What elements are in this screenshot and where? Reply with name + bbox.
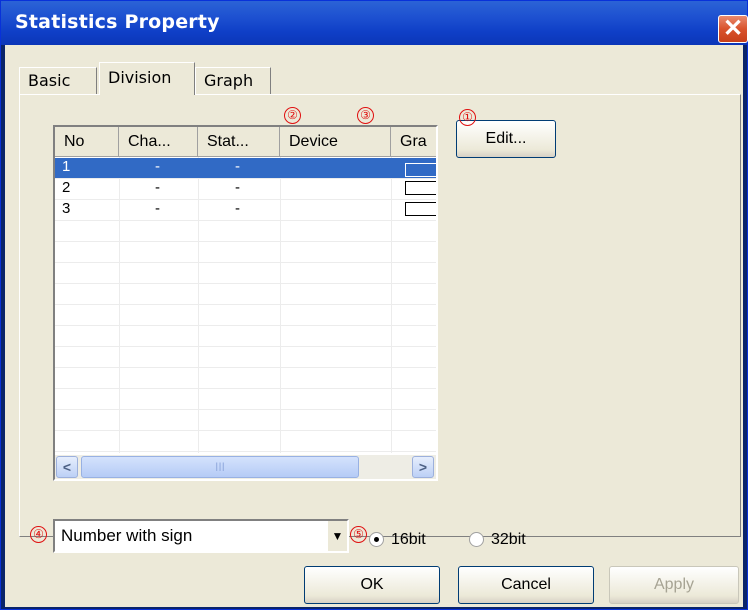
table-row[interactable]: 1 - - bbox=[55, 158, 436, 179]
radio-16bit[interactable]: 16bit bbox=[369, 529, 449, 551]
cancel-button[interactable]: Cancel bbox=[458, 566, 594, 604]
graph-color-swatch bbox=[405, 202, 436, 216]
cell-no: 1 bbox=[62, 158, 71, 175]
table-row[interactable]: 3 - - bbox=[55, 200, 436, 221]
column-header-device[interactable]: Device bbox=[280, 127, 391, 157]
cell-no: 3 bbox=[62, 200, 71, 217]
apply-button: Apply bbox=[609, 566, 739, 604]
column-header-graph[interactable]: Gra bbox=[391, 127, 436, 157]
list-header: No Cha... Stat... Device Gra bbox=[55, 127, 436, 157]
number-format-dropdown[interactable]: Number with sign ▼ bbox=[53, 519, 349, 553]
radio-32bit[interactable]: 32bit bbox=[469, 529, 549, 551]
table-row bbox=[55, 305, 436, 326]
column-header-no[interactable]: No bbox=[55, 127, 119, 157]
column-header-channel[interactable]: Cha... bbox=[119, 127, 198, 157]
title-bar[interactable]: Statistics Property ✕ bbox=[1, 1, 748, 45]
table-row bbox=[55, 326, 436, 347]
table-row bbox=[55, 221, 436, 242]
scroll-right-button[interactable]: > bbox=[412, 456, 434, 478]
window-title: Statistics Property bbox=[15, 11, 220, 33]
callout-marker-3: ③ bbox=[357, 107, 374, 124]
radio-selected-icon bbox=[369, 532, 384, 547]
scroll-thumb[interactable]: III bbox=[81, 456, 359, 478]
table-row bbox=[55, 347, 436, 368]
tab-division[interactable]: Division bbox=[99, 62, 195, 95]
radio-32bit-label: 32bit bbox=[491, 531, 526, 548]
cell-channel: - bbox=[155, 179, 160, 196]
radio-unselected-icon bbox=[469, 532, 484, 547]
cell-status: - bbox=[235, 158, 240, 175]
cell-channel: - bbox=[155, 158, 160, 175]
cell-status: - bbox=[235, 179, 240, 196]
table-row bbox=[55, 284, 436, 305]
division-list[interactable]: No Cha... Stat... Device Gra 1 - - 2 - -… bbox=[53, 125, 438, 481]
table-row bbox=[55, 389, 436, 410]
edit-button[interactable]: Edit... bbox=[456, 120, 556, 158]
horizontal-scrollbar[interactable]: < III > bbox=[55, 455, 436, 479]
cell-channel: - bbox=[155, 200, 160, 217]
close-icon: ✕ bbox=[722, 15, 744, 42]
scroll-left-button[interactable]: < bbox=[56, 456, 78, 478]
row-highlight bbox=[55, 158, 436, 178]
tab-basic[interactable]: Basic bbox=[19, 67, 97, 95]
table-row bbox=[55, 263, 436, 284]
callout-marker-2: ② bbox=[284, 107, 301, 124]
table-row bbox=[55, 242, 436, 263]
table-row bbox=[55, 410, 436, 431]
cancel-button-label: Cancel bbox=[501, 576, 551, 593]
dialog-window: Statistics Property ✕ Basic Division Gra… bbox=[0, 0, 748, 610]
close-button[interactable]: ✕ bbox=[718, 15, 748, 43]
chevron-down-icon[interactable]: ▼ bbox=[327, 521, 347, 551]
callout-marker-4: ④ bbox=[30, 526, 47, 543]
ok-button[interactable]: OK bbox=[304, 566, 440, 604]
callout-marker-1: ① bbox=[459, 109, 476, 126]
table-row bbox=[55, 368, 436, 389]
apply-button-label: Apply bbox=[653, 576, 695, 593]
tab-graph[interactable]: Graph bbox=[195, 67, 271, 95]
cell-status: - bbox=[235, 200, 240, 217]
number-format-value: Number with sign bbox=[61, 526, 193, 545]
edit-button-label: Edit... bbox=[485, 130, 527, 147]
column-header-status[interactable]: Stat... bbox=[198, 127, 280, 157]
callout-marker-5: ⑤ bbox=[350, 526, 367, 543]
dialog-body: Basic Division Graph No Cha... Stat... D… bbox=[5, 45, 743, 607]
table-row[interactable]: 2 - - bbox=[55, 179, 436, 200]
graph-color-swatch bbox=[405, 181, 436, 195]
table-row bbox=[55, 431, 436, 452]
ok-button-label: OK bbox=[360, 576, 384, 593]
graph-color-swatch bbox=[405, 163, 436, 177]
cell-no: 2 bbox=[62, 179, 71, 196]
radio-16bit-label: 16bit bbox=[391, 531, 426, 548]
